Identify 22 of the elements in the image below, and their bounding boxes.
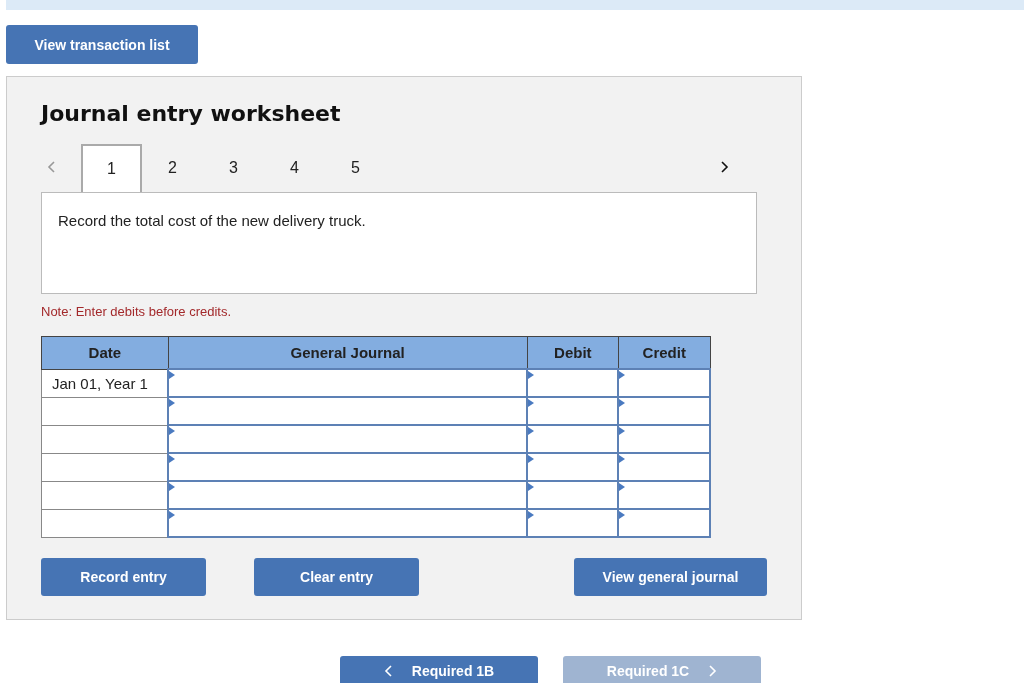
column-header: Debit bbox=[527, 336, 619, 369]
chevron-left-icon bbox=[47, 161, 55, 173]
chevron-left-icon bbox=[383, 665, 392, 677]
step-tab[interactable]: 2 bbox=[142, 144, 203, 192]
clear-entry-button[interactable]: Clear entry bbox=[254, 558, 420, 596]
chevron-right-icon bbox=[709, 665, 718, 677]
date-cell: Jan 01, Year 1 bbox=[41, 369, 169, 397]
note-text: Note: Enter debits before credits. bbox=[41, 304, 233, 319]
column-header: Date bbox=[41, 336, 169, 369]
navigation-button[interactable]: Required 1B bbox=[340, 656, 538, 683]
chevron-right-icon bbox=[721, 161, 729, 173]
step-tab[interactable]: 5 bbox=[325, 144, 386, 192]
column-header: General Journal bbox=[168, 336, 528, 369]
step-tab[interactable]: 3 bbox=[203, 144, 264, 192]
step-tab[interactable]: 1 bbox=[81, 144, 142, 192]
worksheet-title: Journal entry worksheet bbox=[41, 101, 342, 126]
column-header: Credit bbox=[618, 336, 710, 369]
instruction-text: Record the total cost of the new delivery truck. bbox=[41, 192, 757, 294]
view-general-journal-button[interactable]: View general journal bbox=[574, 558, 767, 596]
view-transaction-list-button[interactable]: View transaction list bbox=[6, 25, 198, 64]
step-tab[interactable]: 4 bbox=[264, 144, 325, 192]
record-entry-button[interactable]: Record entry bbox=[41, 558, 207, 596]
